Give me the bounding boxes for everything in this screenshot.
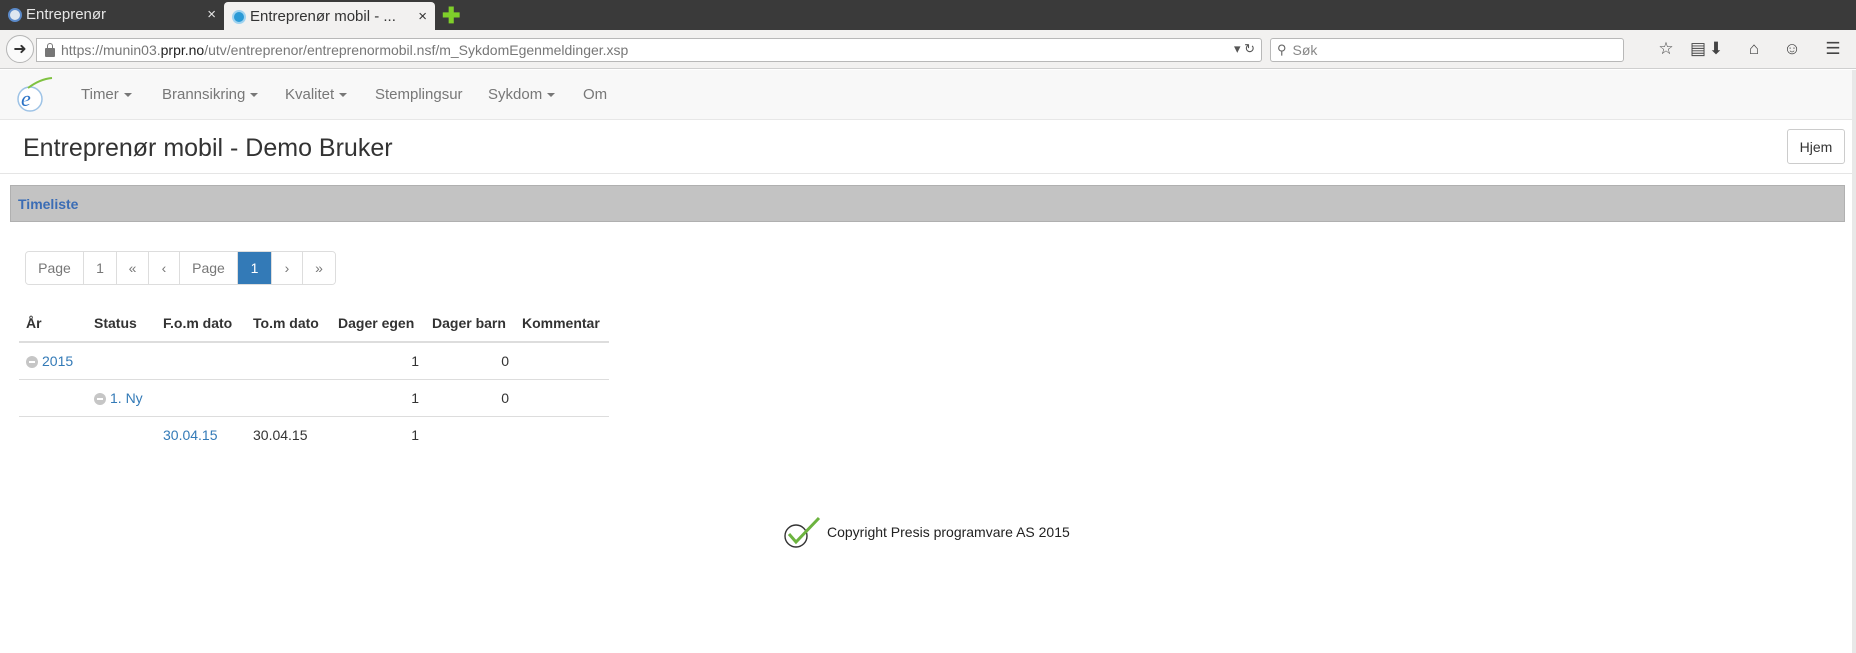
column-header-status: Status [87, 305, 156, 343]
home-button[interactable]: Hjem [1787, 129, 1845, 164]
close-tab-icon[interactable]: × [418, 8, 427, 25]
reload-icon[interactable]: ↻ [1244, 41, 1255, 56]
lock-icon [45, 42, 55, 57]
column-header-to-date: To.m dato [246, 305, 331, 343]
home-icon[interactable]: ⌂ [1743, 39, 1765, 59]
collapse-icon[interactable] [26, 356, 38, 369]
cell-year: 2015 [19, 342, 87, 380]
table-header-row: År Status F.o.m dato To.m dato Dager ege… [19, 305, 609, 343]
tab-label: Entreprenør mobil - ... [250, 7, 396, 25]
section-title: Timeliste [18, 196, 79, 212]
svg-text:e: e [21, 86, 31, 111]
column-header-year: År [19, 305, 87, 343]
cell-from-date: 30.04.15 [156, 416, 246, 453]
cell-comment [515, 342, 609, 380]
cell-days-own: 1 [331, 342, 425, 380]
year-link[interactable]: 2015 [42, 353, 73, 369]
nav-sykdom[interactable]: Sykdom [488, 86, 556, 103]
collapse-icon[interactable] [94, 392, 106, 405]
checkmark-logo-icon [784, 516, 821, 548]
table-row: 30.04.15 30.04.15 1 [19, 416, 609, 453]
cell-from-date [156, 342, 246, 380]
cell-year [19, 416, 87, 453]
app-logo-icon[interactable]: e [14, 76, 54, 116]
caret-down-icon [250, 93, 259, 98]
new-tab-icon[interactable]: ✚ [442, 3, 460, 29]
cell-status [87, 416, 156, 453]
nav-om[interactable]: Om [583, 86, 607, 103]
pager-page-1-button[interactable]: 1 [238, 252, 272, 284]
pager-first-button[interactable]: « [117, 252, 149, 284]
copyright-text: Copyright Presis programvare AS 2015 [827, 524, 1070, 540]
cell-comment [515, 416, 609, 453]
nav-brannsikring[interactable]: Brannsikring [162, 86, 259, 103]
page-scrollbar[interactable] [1852, 70, 1856, 653]
browser-tab-entreprenor-mobil[interactable]: Entreprenør mobil - ... × [224, 2, 435, 30]
pagination: Page 1 « ‹ Page 1 › » [25, 251, 336, 285]
url-prefix: https://munin03. [61, 42, 161, 58]
url-path: /utv/entreprenor/entreprenormobil.nsf/m_… [204, 42, 629, 58]
site-favicon-icon [232, 10, 246, 24]
cell-year [19, 379, 87, 417]
caret-down-icon [123, 93, 132, 98]
cell-to-date [246, 342, 331, 380]
menu-icon[interactable]: ☰ [1822, 39, 1844, 59]
cell-to-date [246, 379, 331, 417]
app-navbar: e Timer Brannsikring Kvalitet Stemplings… [0, 70, 1852, 120]
column-header-days-own: Dager egen [331, 305, 425, 343]
status-link[interactable]: 1. Ny [110, 390, 143, 406]
nav-kvalitet[interactable]: Kvalitet [285, 86, 348, 103]
browser-tab-entreprenor[interactable]: Entreprenør × [0, 0, 224, 29]
pager-label: Page [180, 252, 238, 284]
footer: Copyright Presis programvare AS 2015 [783, 514, 1070, 550]
table-row: 2015 1 0 [19, 342, 609, 380]
cell-days-own: 1 [331, 379, 425, 417]
section-header: Timeliste [10, 185, 1845, 222]
pager-next-button[interactable]: › [272, 252, 303, 284]
cell-days-child: 0 [425, 342, 515, 380]
close-tab-icon[interactable]: × [207, 6, 216, 23]
cell-status: 1. Ny [87, 379, 156, 417]
sick-leave-table: År Status F.o.m dato To.m dato Dager ege… [19, 305, 609, 453]
back-button[interactable]: ➜ [6, 35, 34, 63]
cell-to-date: 30.04.15 [253, 426, 308, 443]
from-date-link[interactable]: 30.04.15 [163, 427, 218, 443]
url-host: prpr.no [160, 42, 205, 58]
pager-last-button[interactable]: » [303, 252, 335, 284]
cell-comment [515, 379, 609, 417]
pager-page-count: 1 [84, 252, 117, 284]
pager-previous-button[interactable]: ‹ [149, 252, 180, 284]
search-icon: ⚲ [1277, 42, 1287, 57]
column-header-days-child: Dager barn [425, 305, 515, 343]
cell-days-child: 0 [425, 379, 515, 417]
cell-days-own: 1 [411, 426, 419, 443]
download-icon[interactable]: ⬇ [1705, 39, 1727, 59]
tab-label: Entreprenør [26, 6, 107, 23]
chat-icon[interactable]: ☺ [1781, 39, 1803, 59]
star-icon[interactable]: ☆ [1655, 39, 1677, 59]
page-title: Entreprenør mobil - Demo Bruker [23, 134, 393, 162]
column-header-comment: Kommentar [515, 305, 609, 343]
page-header: Entreprenør mobil - Demo Bruker Hjem [0, 120, 1852, 174]
cell-status [87, 342, 156, 380]
caret-down-icon [547, 93, 556, 98]
cell-days-child [425, 416, 515, 453]
pager-label: Page [26, 252, 84, 284]
browser-tab-bar: Entreprenør × Entreprenør mobil - ... × … [0, 0, 1856, 30]
arrow-left-icon: ➜ [13, 41, 27, 58]
table-row: 1. Ny 1 0 [19, 379, 609, 417]
site-favicon-icon [8, 8, 22, 22]
cell-from-date [156, 379, 246, 417]
search-placeholder: Søk [1292, 42, 1318, 58]
browser-toolbar: ➜ https://munin03. prpr.no/utv/entrepreno… [0, 30, 1856, 69]
caret-down-icon [339, 93, 348, 98]
dropdown-arrow-icon[interactable]: ▾ [1234, 41, 1241, 56]
column-header-from-date: F.o.m dato [156, 305, 246, 343]
nav-stemplingsur[interactable]: Stemplingsur [375, 86, 463, 103]
nav-timer[interactable]: Timer [81, 86, 132, 103]
search-input[interactable]: ⚲ Søk [1270, 38, 1624, 62]
address-bar[interactable]: https://munin03. prpr.no/utv/entreprenor/… [36, 38, 1262, 62]
